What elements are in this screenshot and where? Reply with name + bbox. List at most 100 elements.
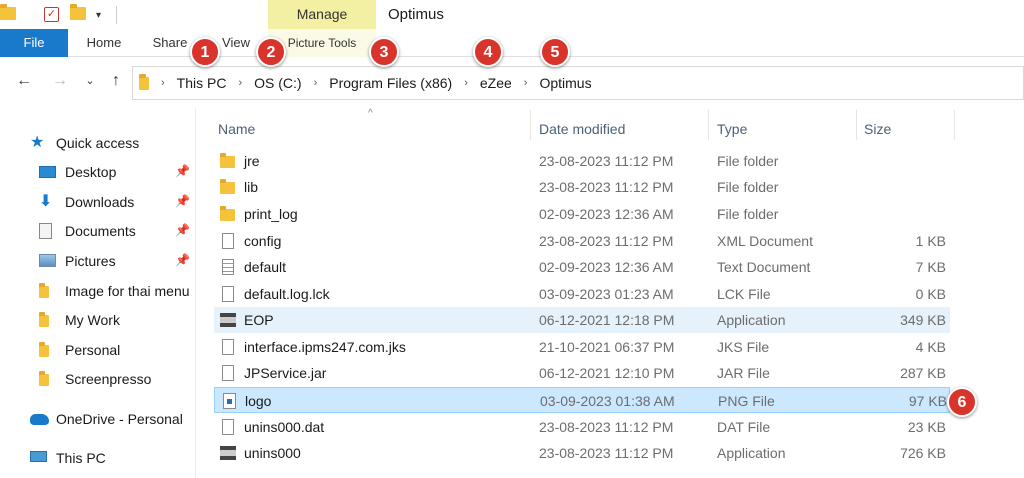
file-date-modified: 23-08-2023 11:12 PM	[539, 179, 674, 195]
file-name: interface.ipms247.com.jks	[244, 339, 406, 355]
desktop-icon	[39, 164, 57, 180]
breadcrumb-separator-icon[interactable]: ›	[161, 77, 165, 89]
pin-icon[interactable]: 📌	[175, 164, 190, 178]
sidebar-item-label: My Work	[65, 312, 120, 328]
tab-share[interactable]: Share	[148, 29, 192, 57]
file-row-print-log[interactable]: print_log 02-09-2023 12:36 AM File folde…	[214, 201, 950, 227]
up-arrow-icon[interactable]: ↑	[106, 70, 126, 92]
breadcrumb-this-pc[interactable]: This PC	[177, 75, 227, 91]
breadcrumb-ezee[interactable]: eZee	[480, 75, 512, 91]
tab-view[interactable]: View	[218, 29, 254, 57]
new-folder-icon[interactable]	[70, 4, 86, 23]
file-icon	[220, 339, 236, 355]
tab-home[interactable]: Home	[76, 29, 132, 57]
navigation-pane: ★ Quick access Desktop 📌 ⬇ Downloads 📌 D…	[0, 108, 196, 478]
folder-icon	[39, 342, 57, 358]
pin-icon[interactable]: 📌	[175, 223, 190, 237]
breadcrumb-os-c[interactable]: OS (C:)	[254, 75, 301, 91]
file-explorer-window: ✓ ▾ Manage Optimus File Home Share View …	[0, 0, 1024, 478]
file-type: DAT File	[717, 419, 771, 435]
file-date-modified: 03-09-2023 01:23 AM	[539, 286, 674, 302]
sidebar-item-label: Downloads	[65, 194, 135, 210]
back-arrow-icon[interactable]: ←	[14, 70, 34, 92]
file-row-default-log-lck[interactable]: default.log.lck 03-09-2023 01:23 AM LCK …	[214, 281, 950, 307]
file-row-jpservice-jar[interactable]: JPService.jar 06-12-2021 12:10 PM JAR Fi…	[214, 360, 950, 386]
file-icon	[220, 419, 236, 435]
folder-icon	[39, 371, 57, 387]
png-file-icon	[221, 393, 237, 409]
file-row-default[interactable]: default 02-09-2023 12:36 AM Text Documen…	[214, 254, 950, 280]
column-divider[interactable]	[954, 110, 955, 140]
sidebar-item-personal[interactable]: Personal	[39, 337, 196, 363]
column-divider[interactable]	[856, 110, 857, 140]
file-date-modified: 23-08-2023 11:12 PM	[539, 445, 674, 461]
manage-contextual-tab[interactable]: Manage	[268, 0, 376, 29]
recent-locations-chevron-icon[interactable]: ⌄	[80, 70, 100, 92]
customize-qat-chevron-icon[interactable]: ▾	[96, 10, 108, 21]
sidebar-item-label: Screenpresso	[65, 371, 152, 387]
title-bar: ✓ ▾ Manage Optimus	[0, 0, 1024, 29]
folder-icon	[39, 312, 57, 328]
tab-file[interactable]: File	[0, 29, 68, 57]
file-row-interface-jks[interactable]: interface.ipms247.com.jks 21-10-2021 06:…	[214, 334, 950, 360]
file-row-lib[interactable]: lib 23-08-2023 11:12 PM File folder	[214, 174, 950, 200]
breadcrumb-optimus[interactable]: Optimus	[539, 75, 591, 91]
file-size: 287 KB	[900, 365, 946, 381]
file-row-unins000-dat[interactable]: unins000.dat 23-08-2023 11:12 PM DAT Fil…	[214, 414, 950, 440]
file-type: JAR File	[717, 365, 770, 381]
file-list: ^ Name Date modified Type Size jre 23-08…	[196, 108, 1024, 478]
file-name: unins000.dat	[244, 419, 325, 435]
file-row-eop[interactable]: EOP 06-12-2021 12:18 PM Application 349 …	[214, 307, 950, 333]
file-name: default	[244, 259, 287, 275]
column-divider[interactable]	[708, 110, 709, 140]
file-type: File folder	[717, 179, 779, 195]
file-type: JKS File	[717, 339, 770, 355]
folder-icon	[220, 206, 236, 222]
sidebar-item-screenpresso[interactable]: Screenpresso	[39, 366, 196, 392]
file-size: 4 KB	[915, 339, 946, 355]
breadcrumb-separator-icon[interactable]: ›	[524, 77, 528, 89]
sidebar-item-my-work[interactable]: My Work	[39, 307, 196, 333]
file-date-modified: 23-08-2023 11:12 PM	[539, 153, 674, 169]
file-icon	[220, 365, 236, 381]
step-badge-1: 1	[190, 37, 220, 67]
address-bar[interactable]: › This PC › OS (C:) › Program Files (x86…	[132, 66, 1024, 100]
folder-icon[interactable]	[0, 4, 16, 23]
file-date-modified: 23-08-2023 11:12 PM	[539, 419, 674, 435]
step-badge-2: 2	[256, 37, 286, 67]
file-date-modified: 02-09-2023 12:36 AM	[539, 206, 674, 222]
qat-divider	[116, 6, 117, 24]
document-icon	[39, 223, 57, 239]
file-row-jre[interactable]: jre 23-08-2023 11:12 PM File folder	[214, 148, 950, 174]
file-size	[854, 201, 946, 227]
properties-check-icon[interactable]: ✓	[44, 7, 60, 23]
pin-icon[interactable]: 📌	[175, 253, 190, 267]
sidebar-item-onedrive[interactable]: OneDrive - Personal	[30, 406, 196, 432]
column-header-date-modified[interactable]: Date modified	[539, 114, 625, 144]
file-name: logo	[245, 393, 272, 409]
column-divider[interactable]	[530, 110, 531, 140]
ribbon-tabs: File Home Share View Picture Tools	[0, 29, 1024, 57]
breadcrumb-separator-icon[interactable]: ›	[238, 77, 242, 89]
sidebar-item-label: This PC	[56, 450, 106, 466]
column-header-name[interactable]: Name	[218, 114, 255, 144]
file-size: 349 KB	[900, 312, 946, 328]
file-row-unins000[interactable]: unins000 23-08-2023 11:12 PM Application…	[214, 440, 950, 466]
window-title: Optimus	[388, 6, 444, 23]
application-icon	[220, 445, 236, 461]
breadcrumb-separator-icon[interactable]: ›	[464, 77, 468, 89]
breadcrumb-program-files-x86[interactable]: Program Files (x86)	[329, 75, 452, 91]
file-size	[854, 148, 946, 174]
application-icon	[220, 312, 236, 328]
sidebar-item-image-for-thai-menu[interactable]: Image for thai menu	[39, 278, 196, 304]
file-row-logo[interactable]: logo 03-09-2023 01:38 AM PNG File 97 KB	[214, 387, 950, 413]
file-row-config[interactable]: config 23-08-2023 11:12 PM XML Document …	[214, 228, 950, 254]
forward-arrow-icon[interactable]: →	[50, 70, 70, 92]
step-badge-6: 6	[947, 387, 977, 417]
pin-icon[interactable]: 📌	[175, 194, 190, 208]
sidebar-item-this-pc[interactable]: This PC	[30, 445, 196, 471]
column-header-size[interactable]: Size	[864, 114, 891, 144]
column-header-type[interactable]: Type	[717, 114, 747, 144]
step-badge-4: 4	[473, 37, 503, 67]
breadcrumb-separator-icon[interactable]: ›	[314, 77, 318, 89]
